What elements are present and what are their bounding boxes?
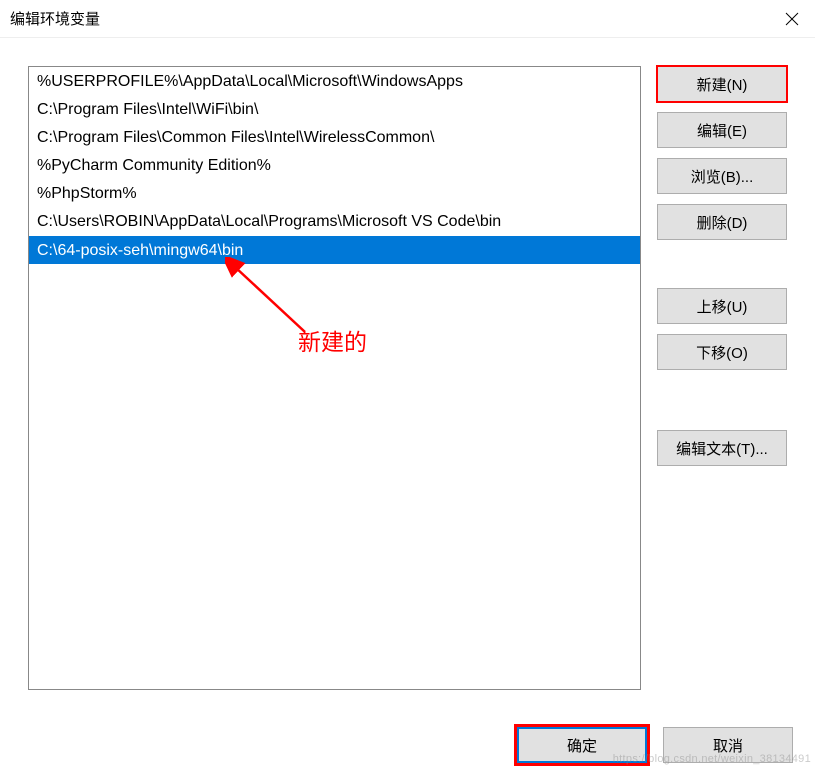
close-icon xyxy=(785,12,799,26)
window-title: 编辑环境变量 xyxy=(10,8,100,29)
side-buttons: 新建(N) 编辑(E) 浏览(B)... 删除(D) 上移(U) 下移(O) 编… xyxy=(657,66,787,690)
edit-button[interactable]: 编辑(E) xyxy=(657,112,787,148)
list-item[interactable]: C:\Users\ROBIN\AppData\Local\Programs\Mi… xyxy=(29,208,640,236)
ok-button[interactable]: 确定 xyxy=(517,727,647,763)
close-button[interactable] xyxy=(769,0,815,38)
list-item[interactable]: C:\Program Files\Common Files\Intel\Wire… xyxy=(29,123,640,151)
footer-buttons: 确定 取消 xyxy=(517,727,793,763)
movedown-button[interactable]: 下移(O) xyxy=(657,334,787,370)
list-item[interactable]: C:\64-posix-seh\mingw64\bin xyxy=(29,236,640,264)
moveup-button[interactable]: 上移(U) xyxy=(657,288,787,324)
path-listbox[interactable]: %USERPROFILE%\AppData\Local\Microsoft\Wi… xyxy=(28,66,641,690)
list-item[interactable]: C:\Program Files\Intel\WiFi\bin\ xyxy=(29,95,640,123)
cancel-button[interactable]: 取消 xyxy=(663,727,793,763)
titlebar: 编辑环境变量 xyxy=(0,0,815,38)
delete-button[interactable]: 删除(D) xyxy=(657,204,787,240)
edittext-button[interactable]: 编辑文本(T)... xyxy=(657,430,787,466)
browse-button[interactable]: 浏览(B)... xyxy=(657,158,787,194)
list-item[interactable]: %PyCharm Community Edition% xyxy=(29,152,640,180)
new-button[interactable]: 新建(N) xyxy=(657,66,787,102)
list-item[interactable]: %USERPROFILE%\AppData\Local\Microsoft\Wi… xyxy=(29,67,640,95)
list-item[interactable]: %PhpStorm% xyxy=(29,180,640,208)
content-area: %USERPROFILE%\AppData\Local\Microsoft\Wi… xyxy=(0,38,815,706)
